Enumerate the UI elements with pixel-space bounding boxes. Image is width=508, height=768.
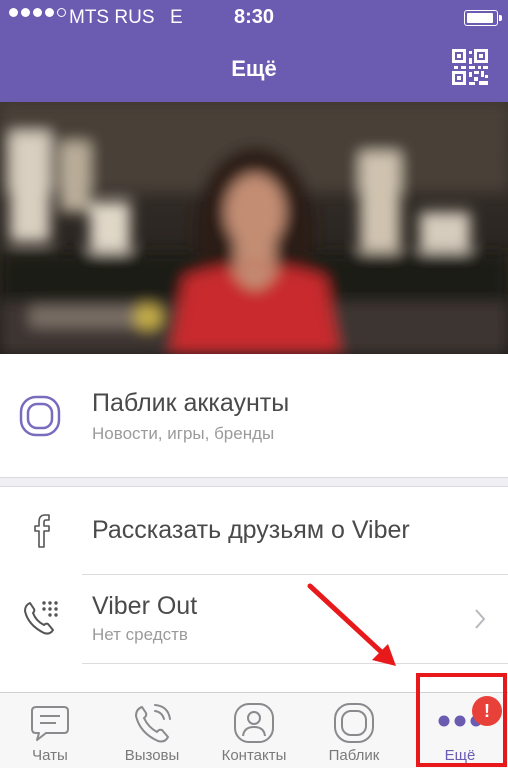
public-accounts-sublabel: Новости, игры, бренды	[92, 424, 275, 443]
page-title: Ещё	[231, 56, 277, 81]
viber-out-sublabel: Нет средств	[92, 625, 188, 644]
viber-out-label: Viber Out	[92, 592, 198, 620]
tell-friends-label: Рассказать друзьям о Viber	[92, 516, 410, 544]
qr-code-icon[interactable]	[452, 49, 488, 85]
tab-public[interactable]: Паблик	[304, 693, 404, 768]
menu-item-tell-friends[interactable]: Рассказать друзьям о Viber	[0, 487, 508, 574]
divider	[82, 663, 508, 664]
nav-bar: Ещё	[0, 36, 508, 102]
tab-contacts-label: Контакты	[221, 747, 287, 764]
tab-chats[interactable]: Чаты	[0, 693, 100, 768]
chat-bubble-icon	[31, 706, 69, 741]
promo-banner[interactable]	[0, 102, 508, 354]
chevron-right-icon	[475, 609, 486, 629]
menu-item-public-accounts[interactable]: Паблик аккаунты Новости, игры, бренды	[0, 354, 508, 478]
clock: 8:30	[233, 6, 275, 28]
tab-public-label: Паблик	[328, 747, 380, 764]
battery-icon	[464, 10, 502, 26]
phone-dialpad-icon	[24, 601, 58, 635]
annotation-arrow	[307, 583, 396, 666]
facebook-icon	[34, 514, 50, 548]
status-bar: MTS RUS E 8:30	[0, 0, 508, 36]
tab-calls[interactable]: Вызовы	[102, 693, 202, 768]
public-accounts-icon	[19, 395, 61, 437]
more-options-section: Рассказать друзьям о Viber Viber Out Нет…	[0, 486, 508, 692]
banner-image	[0, 102, 508, 354]
tab-contacts[interactable]: Контакты	[204, 693, 304, 768]
public-accounts-label: Паблик аккаунты	[92, 389, 290, 417]
contact-icon	[234, 703, 274, 743]
public-icon	[334, 703, 374, 743]
tab-calls-label: Вызовы	[124, 747, 180, 764]
menu-item-viber-out[interactable]: Viber Out Нет средств	[0, 575, 508, 663]
annotation-highlight-box	[416, 673, 507, 767]
phone-icon	[135, 704, 171, 743]
tab-chats-label: Чаты	[32, 747, 68, 764]
public-accounts-section: Паблик аккаунты Новости, игры, бренды	[0, 354, 508, 478]
